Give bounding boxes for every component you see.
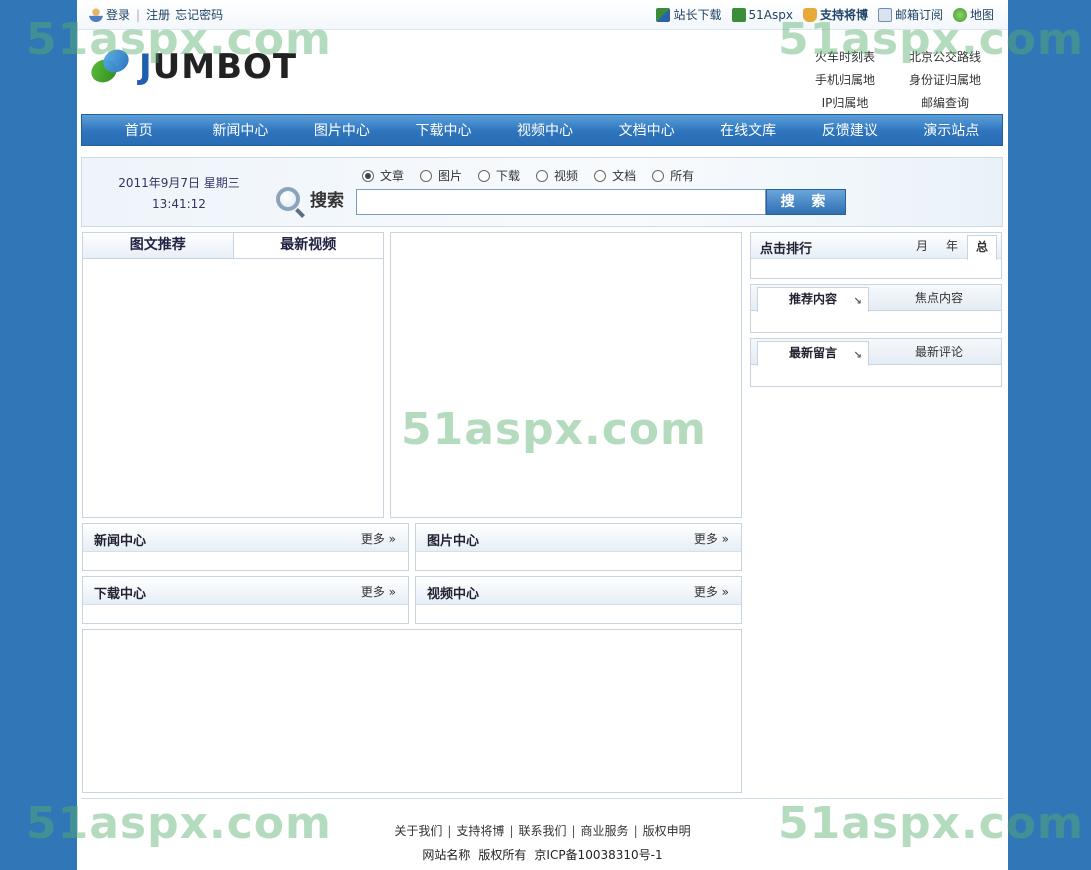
51aspx-icon: [731, 7, 746, 22]
quick-link-ip[interactable]: IP归属地: [795, 94, 895, 111]
tab-latest-messages[interactable]: 最新留言 ↘: [757, 341, 869, 366]
footer-link-business[interactable]: 商业服务: [581, 824, 629, 838]
quick-link-bus[interactable]: 北京公交路线: [895, 48, 995, 65]
search-input[interactable]: [356, 189, 766, 215]
more-link[interactable]: 更多 »: [361, 530, 396, 547]
radio-downloads[interactable]: 下载: [478, 167, 520, 184]
footer-links: 关于我们 | 支持将博 | 联系我们 | 商业服务 | 版权申明: [394, 824, 691, 838]
nav-item-news[interactable]: 新闻中心: [190, 120, 292, 140]
nav-item-photos[interactable]: 图片中心: [291, 120, 393, 140]
current-date: 2011年9月7日 星期三: [118, 176, 240, 190]
hit-ranking-title: 点击排行: [760, 242, 813, 257]
tab-featured-articles[interactable]: 图文推荐: [83, 233, 234, 258]
support-link[interactable]: 支持将博: [820, 6, 868, 23]
nav-item-demo[interactable]: 演示站点: [901, 120, 1003, 140]
rank-tab-month[interactable]: 月: [907, 235, 937, 260]
radio-documents[interactable]: 文档: [594, 167, 636, 184]
thumbs-up-icon: [802, 7, 817, 22]
register-link[interactable]: 注册: [146, 6, 170, 23]
featured-box: 图文推荐 最新视频: [82, 232, 384, 518]
main-nav: 首页 新闻中心 图片中心 下载中心 视频中心 文档中心 在线文库 反馈建议 演示…: [81, 114, 1003, 146]
webmaster-download-link[interactable]: 站长下载: [673, 6, 721, 23]
search-type-radios: 文章 图片 下载 视频 文档 所有: [362, 167, 710, 184]
footer-link-about[interactable]: 关于我们: [394, 824, 442, 838]
more-link[interactable]: 更多 »: [361, 583, 396, 600]
hit-ranking-box: 点击排行 月 年 总: [750, 232, 1002, 279]
email-subscribe-link[interactable]: 邮箱订阅: [895, 6, 943, 23]
current-time: 13:41:12: [152, 197, 206, 211]
section-title: 视频中心: [427, 587, 480, 602]
radio-all[interactable]: 所有: [652, 167, 694, 184]
icp-link[interactable]: 京ICP备10038310号-1: [534, 848, 662, 862]
quick-link-id-card[interactable]: 身份证归属地: [895, 71, 995, 88]
search-label: 搜索: [310, 191, 344, 211]
news-section: 新闻中心 更多 »: [82, 523, 409, 571]
51aspx-link[interactable]: 51Aspx: [749, 8, 793, 22]
quick-link-postcode[interactable]: 邮编查询: [895, 94, 995, 111]
page-container: 登录 | 注册 忘记密码 站长下载 51Aspx 支持将博 邮箱订阅 地图 JU…: [77, 0, 1008, 870]
section-title: 图片中心: [427, 534, 480, 549]
footer-copyright: 网站名称 版权所有 京ICP备10038310号-1: [77, 846, 1008, 863]
nav-item-documents[interactable]: 文档中心: [596, 120, 698, 140]
globe-icon: [952, 7, 967, 22]
footer-link-contact[interactable]: 联系我们: [518, 824, 566, 838]
user-icon: [89, 7, 103, 22]
more-link[interactable]: 更多 »: [694, 583, 729, 600]
nav-item-library[interactable]: 在线文库: [697, 120, 799, 140]
nav-item-videos[interactable]: 视频中心: [494, 120, 596, 140]
section-title: 下载中心: [94, 587, 147, 602]
magnifier-icon: [276, 186, 300, 211]
content-area: [82, 629, 742, 793]
slideshow-area: [390, 232, 742, 518]
downloads-section: 下载中心 更多 »: [82, 576, 409, 624]
messages-box: 最新留言 ↘ 最新评论: [750, 338, 1002, 387]
site-logo[interactable]: JUMBOT: [87, 45, 298, 88]
quick-link-train[interactable]: 火车时刻表: [795, 48, 895, 65]
tab-focus-content[interactable]: 焦点内容: [879, 287, 999, 309]
nav-item-feedback[interactable]: 反馈建议: [799, 120, 901, 140]
radio-photos[interactable]: 图片: [420, 167, 462, 184]
mail-icon: [877, 7, 892, 22]
search-button[interactable]: 搜 索: [766, 189, 846, 215]
download-icon: [656, 7, 671, 22]
rank-tab-year[interactable]: 年: [937, 235, 967, 260]
photos-section: 图片中心 更多 »: [415, 523, 742, 571]
radio-videos[interactable]: 视频: [536, 167, 578, 184]
tab-latest-comments[interactable]: 最新评论: [879, 341, 999, 363]
site-name: 网站名称: [422, 848, 471, 862]
nav-item-downloads[interactable]: 下载中心: [393, 120, 495, 140]
arrow-icon: ↘: [853, 296, 862, 307]
rank-tab-total[interactable]: 总: [967, 235, 997, 260]
footer-link-copyright[interactable]: 版权申明: [643, 824, 691, 838]
rights-text: 版权所有: [478, 848, 527, 862]
top-bar: 登录 | 注册 忘记密码 站长下载 51Aspx 支持将博 邮箱订阅 地图: [77, 0, 1008, 30]
forgot-password-link[interactable]: 忘记密码: [175, 6, 223, 23]
arrow-icon: ↘: [853, 350, 862, 361]
footer-divider: [81, 798, 1003, 799]
header-quick-links: 火车时刻表 北京公交路线 手机归属地 身份证归属地 IP归属地 邮编查询: [795, 48, 995, 111]
search-panel: 2011年9月7日 星期三 13:41:12 搜索 文章 图片 下载 视频 文档…: [81, 157, 1003, 227]
section-title: 新闻中心: [94, 534, 147, 549]
more-link[interactable]: 更多 »: [694, 530, 729, 547]
logo-mark-icon: [87, 45, 133, 88]
date-time-display: 2011年9月7日 星期三 13:41:12: [104, 173, 254, 215]
login-link[interactable]: 登录: [106, 6, 130, 23]
tab-latest-videos[interactable]: 最新视频: [234, 233, 384, 258]
search-heading: 搜索: [276, 186, 344, 211]
videos-section: 视频中心 更多 »: [415, 576, 742, 624]
radio-articles[interactable]: 文章: [362, 167, 404, 184]
tab-recommended[interactable]: 推荐内容 ↘: [757, 287, 869, 312]
footer-link-support[interactable]: 支持将博: [456, 824, 504, 838]
recommend-box: 推荐内容 ↘ 焦点内容: [750, 284, 1002, 333]
sitemap-link[interactable]: 地图: [970, 6, 994, 23]
logo-text: JUMBOT: [139, 47, 298, 87]
quick-link-phone[interactable]: 手机归属地: [795, 71, 895, 88]
nav-item-home[interactable]: 首页: [88, 120, 190, 140]
